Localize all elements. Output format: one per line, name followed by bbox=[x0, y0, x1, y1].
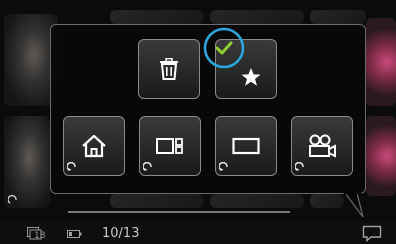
movie-button[interactable] bbox=[291, 116, 353, 176]
selected-check-icon bbox=[203, 27, 245, 69]
home-icon bbox=[82, 134, 106, 158]
thumbnail[interactable] bbox=[210, 194, 304, 208]
multi-view-icon bbox=[156, 138, 183, 154]
rotate-icon bbox=[143, 162, 152, 171]
status-bar: 18 10/13 bbox=[0, 222, 396, 244]
thumbnail[interactable] bbox=[4, 116, 50, 208]
single-view-button[interactable] bbox=[215, 116, 277, 176]
thumbnail[interactable] bbox=[110, 10, 204, 24]
rotate-icon bbox=[295, 162, 304, 171]
scroll-indicator bbox=[68, 211, 290, 213]
rectangle-icon bbox=[232, 137, 260, 155]
comment-icon[interactable] bbox=[362, 225, 382, 242]
delete-button[interactable] bbox=[138, 39, 200, 99]
thumbnail[interactable] bbox=[366, 18, 396, 106]
thumbnail[interactable] bbox=[310, 10, 366, 24]
battery-icon bbox=[67, 230, 82, 238]
home-button[interactable] bbox=[63, 116, 125, 176]
multi-view-button[interactable] bbox=[139, 116, 201, 176]
panel-pointer bbox=[344, 193, 364, 218]
video-camera-icon bbox=[309, 134, 336, 158]
rotate-icon bbox=[67, 162, 76, 171]
rotate-icon bbox=[219, 162, 228, 171]
thumbnail[interactable] bbox=[110, 194, 204, 208]
thumbnail[interactable] bbox=[366, 116, 396, 196]
thumbnail[interactable] bbox=[310, 194, 344, 208]
image-counter: 10/13 bbox=[102, 226, 140, 241]
thumbnail[interactable] bbox=[210, 10, 304, 24]
trash-icon bbox=[160, 58, 178, 80]
star-icon bbox=[241, 68, 261, 86]
rotate-icon bbox=[8, 195, 17, 204]
stack-count: 18 bbox=[34, 231, 46, 241]
